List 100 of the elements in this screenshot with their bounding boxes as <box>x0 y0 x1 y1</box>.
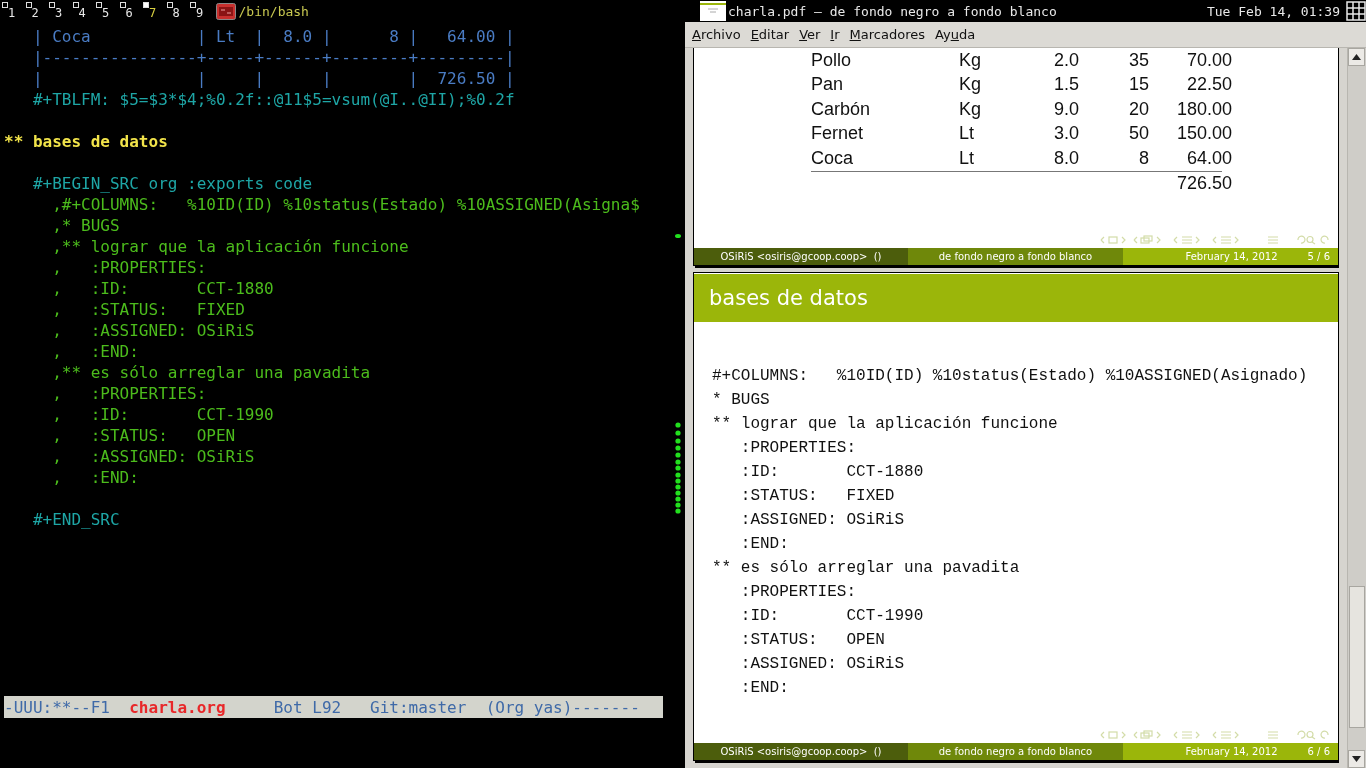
code-line: #+BEGIN_SRC org :exports code <box>31 173 314 194</box>
code-line: | Coca | Lt | 8.0 | 8 | 64.00 | <box>31 26 516 47</box>
code-line: , :END: <box>51 467 140 488</box>
buffer-name: charla.org <box>129 697 226 717</box>
footer-author: OSiRiS <osiris@gcoop.coop> () <box>694 248 908 265</box>
code-line: :ASSIGNED: OSiRiS <box>739 510 906 531</box>
code-line: :ID: CCT-1880 <box>739 462 925 483</box>
code-line: , :ASSIGNED: OSiRiS <box>51 446 256 467</box>
menu-item[interactable]: Marcadores <box>848 25 926 44</box>
workspace-button[interactable]: 6 <box>119 0 143 22</box>
code-line: * BUGS <box>712 390 771 411</box>
code-line: ** es sólo arreglar una pavadita <box>712 558 1021 579</box>
menu-item[interactable]: Editar <box>749 25 791 44</box>
footer-title: de fondo negro a fondo blanco <box>908 743 1123 760</box>
terminal-icon <box>215 2 236 20</box>
code-line: :STATUS: FIXED <box>739 486 896 507</box>
scroll-thumb[interactable] <box>1349 586 1365 728</box>
table-cell-text: 22.50 <box>1185 74 1232 96</box>
scrollbar[interactable] <box>1347 48 1366 768</box>
code-line: |----------------+-----+------+--------+---------| <box>31 47 516 68</box>
footer-date: February 14, 2012 <box>1185 745 1278 759</box>
table-cell-text: Lt <box>959 123 975 145</box>
clock: Tue Feb 14, 01:39 <box>1206 3 1340 19</box>
table-cell-text: Fernet <box>811 123 865 145</box>
table-cell-text: 35 <box>1127 49 1149 71</box>
layout-grid-icon[interactable] <box>1346 1 1366 21</box>
table-cell-text: Lt <box>959 147 975 169</box>
footer-author: OSiRiS <osiris@gcoop.coop> () <box>694 743 908 760</box>
code-line: , :END: <box>51 341 140 362</box>
table-cell-text: 64.00 <box>1185 147 1232 169</box>
table-total: 726.50 <box>1175 173 1232 195</box>
table-cell-text: 8.0 <box>1052 147 1079 169</box>
slide-heading: bases de datos <box>694 274 1338 322</box>
table-cell-text: 50 <box>1127 123 1149 145</box>
code-line: ,#+COLUMNS: %10ID(ID) %10status(Estado) %10ASSIGNED(Asigna$ <box>51 194 641 215</box>
footer-date: February 14, 2012 <box>1185 250 1278 264</box>
table-cell-text: Kg <box>959 49 983 71</box>
workspace-button[interactable]: 5 <box>96 0 120 22</box>
table-cell-text: 70.00 <box>1185 49 1232 71</box>
code-line: ,** es sólo arreglar una pavadita <box>51 362 372 383</box>
table-cell-text: 15 <box>1127 74 1149 96</box>
table-cell-text: 150.00 <box>1175 123 1232 145</box>
workspace-button[interactable]: 7 <box>143 0 167 22</box>
code-line: , :ASSIGNED: OSiRiS <box>51 320 256 341</box>
workspace-button[interactable]: 2 <box>25 0 49 22</box>
code-line: , :STATUS: OPEN <box>51 425 237 446</box>
table-cell-text: Pollo <box>811 49 853 71</box>
git-branch: Git:master <box>370 697 467 717</box>
code-line: :END: <box>739 678 790 699</box>
document-icon <box>700 1 726 21</box>
major-modes: (Org yas)------- <box>485 697 640 717</box>
table-cell-text: 8 <box>1138 147 1149 169</box>
menu-item[interactable]: Ir <box>829 25 841 44</box>
code-line: , :ID: CCT-1990 <box>51 404 275 425</box>
code-line: #+END_SRC <box>31 509 121 530</box>
table-cell-text: Pan <box>811 74 845 96</box>
menu-item[interactable]: Archivo <box>691 25 742 44</box>
table-cell-text: Carbón <box>811 98 872 120</box>
code-line: ** lograr que la aplicación funcione <box>712 414 1059 435</box>
menu-item[interactable]: Ayuda <box>933 25 977 44</box>
code-line: #+TBLFM: $5=$3*$4;%0.2f::@11$5=vsum(@I..@II);%0.2f <box>31 89 516 110</box>
workspace-button[interactable]: 4 <box>72 0 96 22</box>
code-line: , :PROPERTIES: <box>51 383 208 404</box>
table-cell-text: 20 <box>1127 98 1149 120</box>
footer-title: de fondo negro a fondo blanco <box>908 248 1123 265</box>
scroll-up-icon[interactable] <box>1352 54 1361 60</box>
workspace-button[interactable]: 3 <box>49 0 73 22</box>
table-cell-text: 3.0 <box>1052 123 1079 145</box>
page-number: 5 / 6 <box>1307 250 1330 264</box>
table-cell-text: Coca <box>811 147 855 169</box>
org-heading: ** bases de datos <box>4 131 169 152</box>
mode-flags: -UUU:**--F1 <box>4 697 110 717</box>
table-cell-text: Kg <box>959 98 983 120</box>
table-cell-text: 9.0 <box>1052 98 1079 120</box>
menu-item[interactable]: Ver <box>798 25 822 44</box>
window-title: /bin/bash <box>238 3 309 19</box>
code-line: #+COLUMNS: %10ID(ID) %10status(Estado) %10ASSIGNED(Asignado) <box>712 366 1309 387</box>
window-title: charla.pdf — de fondo negro a fondo blanco <box>728 3 1058 19</box>
table-cell-text: 2.0 <box>1052 49 1079 71</box>
code-line: :END: <box>739 534 790 555</box>
workspace-button[interactable]: 8 <box>166 0 190 22</box>
code-line: | | | | | 726.50 | <box>31 68 516 89</box>
workspace-button[interactable]: 9 <box>190 0 214 22</box>
code-line: , :STATUS: FIXED <box>51 299 246 320</box>
code-line: :PROPERTIES: <box>739 582 858 603</box>
code-line: ,* BUGS <box>51 215 121 236</box>
table-cell-text: 180.00 <box>1175 98 1232 120</box>
code-line: :PROPERTIES: <box>739 438 858 459</box>
code-line: :STATUS: OPEN <box>739 630 886 651</box>
table-cell-text: 1.5 <box>1052 74 1079 96</box>
table-cell-text: Kg <box>959 74 983 96</box>
code-line: , :PROPERTIES: <box>51 257 208 278</box>
code-line: , :ID: CCT-1880 <box>51 278 275 299</box>
scroll-down-icon[interactable] <box>1352 756 1361 762</box>
workspace-button[interactable]: 1 <box>2 0 26 22</box>
code-line: :ID: CCT-1990 <box>739 606 925 627</box>
page-number: 6 / 6 <box>1307 745 1330 759</box>
buffer-position: Bot L92 <box>273 697 342 717</box>
code-line: :ASSIGNED: OSiRiS <box>739 654 906 675</box>
code-line: ,** lograr que la aplicación funcione <box>51 236 410 257</box>
